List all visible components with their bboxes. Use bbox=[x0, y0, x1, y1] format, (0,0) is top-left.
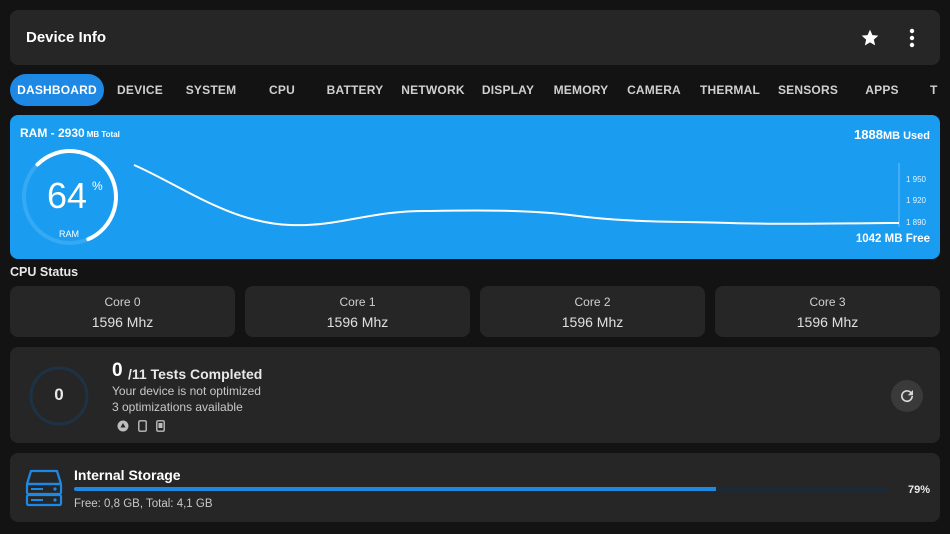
core-frequency: 1596 Mhz bbox=[561, 314, 624, 330]
ram-free: 1042 MB Free bbox=[855, 233, 930, 245]
star-icon[interactable] bbox=[858, 26, 882, 50]
refresh-icon bbox=[901, 390, 914, 403]
tab-camera[interactable]: CAMERA bbox=[622, 74, 686, 106]
tab-display[interactable]: DISPLAY bbox=[478, 74, 538, 106]
tests-total-label: /11 Tests Completed bbox=[128, 366, 263, 382]
core-frequency: 1596 Mhz bbox=[91, 314, 154, 330]
ram-card[interactable]: 1 950 1 920 1 890 RAM - 2930 MB Total 188… bbox=[10, 115, 940, 259]
tab-dashboard[interactable]: DASHBOARD bbox=[10, 74, 104, 106]
android-icon bbox=[117, 420, 129, 432]
app-title: Device Info bbox=[26, 29, 107, 46]
optimizations-available: 3 optimizations available bbox=[112, 400, 243, 414]
core-card[interactable]: Core 0 1596 Mhz bbox=[10, 286, 235, 337]
tab-memory[interactable]: MEMORY bbox=[548, 74, 614, 106]
storage-info: Free: 0,8 GB, Total: 4,1 GB bbox=[74, 498, 213, 510]
ram-percent: 64 bbox=[47, 175, 88, 216]
chart-y-tick: 1 890 bbox=[905, 218, 926, 227]
core-frequency: 1596 Mhz bbox=[326, 314, 389, 330]
tests-ring-value: 0 bbox=[54, 385, 64, 404]
more-options-icon[interactable] bbox=[900, 26, 924, 50]
tab-network[interactable]: NETWORK bbox=[398, 74, 468, 106]
device-icon bbox=[154, 420, 166, 432]
storage-title: Internal Storage bbox=[74, 467, 181, 483]
ram-gauge-label: RAM bbox=[59, 229, 79, 239]
chart-y-tick: 1 950 bbox=[905, 175, 926, 184]
core-card[interactable]: Core 1 1596 Mhz bbox=[245, 286, 470, 337]
storage-progress-bar bbox=[74, 487, 887, 491]
tab-system[interactable]: SYSTEM bbox=[180, 74, 242, 106]
storage-icon bbox=[25, 469, 63, 507]
tab-device[interactable]: DEVICE bbox=[110, 74, 170, 106]
optimization-status: Your device is not optimized bbox=[112, 384, 261, 398]
cpu-status-title: CPU Status bbox=[10, 265, 79, 279]
core-name: Core 1 bbox=[339, 295, 376, 309]
ram-usage-line bbox=[133, 164, 900, 227]
refresh-button[interactable] bbox=[891, 380, 923, 412]
storage-progress-fill bbox=[74, 487, 717, 491]
tests-completed-count: 0 bbox=[112, 360, 123, 381]
tab-bar: DASHBOARD DEVICE SYSTEM CPU BATTERY NETW… bbox=[0, 74, 950, 106]
phone-icon bbox=[136, 420, 148, 432]
core-name: Core 0 bbox=[104, 295, 141, 309]
core-frequency: 1596 Mhz bbox=[796, 314, 859, 330]
chart-y-tick: 1 920 bbox=[905, 196, 926, 205]
app-bar: Device Info bbox=[10, 10, 940, 65]
tab-thermal[interactable]: THERMAL bbox=[696, 74, 764, 106]
ram-total-label: RAM - 2930 MB Total bbox=[20, 126, 120, 140]
core-card[interactable]: Core 2 1596 Mhz bbox=[480, 286, 705, 337]
tab-thermal-overflow[interactable]: T bbox=[930, 74, 950, 106]
core-name: Core 3 bbox=[809, 295, 846, 309]
storage-percent: 79% bbox=[907, 484, 930, 496]
core-name: Core 2 bbox=[574, 295, 611, 309]
tab-battery[interactable]: BATTERY bbox=[322, 74, 388, 106]
optimization-card[interactable]: 0 0 /11 Tests Completed Your device is n… bbox=[10, 347, 940, 443]
core-card[interactable]: Core 3 1596 Mhz bbox=[715, 286, 940, 337]
tab-sensors[interactable]: SENSORS bbox=[774, 74, 842, 106]
tab-apps[interactable]: APPS bbox=[860, 74, 904, 106]
tab-cpu[interactable]: CPU bbox=[262, 74, 302, 106]
ram-percent-sign: % bbox=[92, 179, 103, 193]
ram-used: 1888MB Used bbox=[854, 127, 930, 142]
ram-usage-chart bbox=[133, 163, 900, 227]
internal-storage-card[interactable]: Internal Storage 79% Free: 0,8 GB, Total… bbox=[10, 453, 940, 522]
